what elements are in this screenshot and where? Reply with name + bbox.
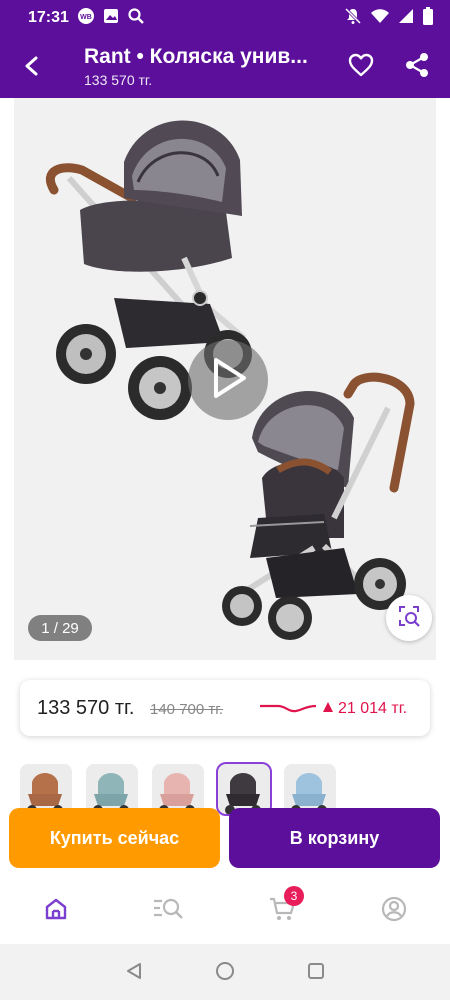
home-circle-icon xyxy=(215,961,235,986)
visual-search-button[interactable] xyxy=(386,595,432,641)
nav-home[interactable] xyxy=(36,896,76,926)
play-icon xyxy=(208,356,248,405)
home-icon xyxy=(43,896,69,927)
system-home-button[interactable] xyxy=(213,961,237,985)
variant-thumb[interactable] xyxy=(20,764,72,814)
search-icon xyxy=(127,7,145,30)
app-bar: Rant • Коляска унив... 133 570 тг. xyxy=(0,36,450,98)
price-difference-value: 21 014 тг. xyxy=(338,700,408,717)
variant-thumb[interactable] xyxy=(152,764,204,814)
back-button[interactable] xyxy=(14,50,50,86)
recents-square-icon xyxy=(306,961,326,986)
cart-count-badge: 3 xyxy=(284,886,304,906)
status-time: 17:31 xyxy=(28,9,69,26)
bottom-navigation: 3 xyxy=(0,878,450,944)
wb-icon: WB xyxy=(77,7,95,30)
back-arrow-icon xyxy=(21,55,43,82)
share-icon xyxy=(404,52,430,83)
visual-search-icon xyxy=(397,604,421,633)
buy-now-button[interactable]: Купить сейчас xyxy=(9,808,220,868)
product-gallery[interactable]: 1 / 29 xyxy=(14,98,436,660)
system-recents-button[interactable] xyxy=(304,961,328,985)
title-block: Rant • Коляска унив... 133 570 тг. xyxy=(84,45,334,88)
image-counter: 1 / 29 xyxy=(28,615,92,641)
system-back-button[interactable] xyxy=(122,961,146,985)
price-card[interactable]: 133 570 тг. 140 700 тг. 21 014 тг. xyxy=(20,680,430,736)
back-triangle-icon xyxy=(124,961,144,986)
variant-thumb-selected[interactable] xyxy=(216,762,272,816)
status-bar: 17:31 WB xyxy=(0,0,450,36)
profile-icon xyxy=(381,896,407,927)
svg-text:WB: WB xyxy=(80,14,92,21)
battery-icon xyxy=(422,6,434,30)
catalog-search-icon xyxy=(152,896,184,927)
page-subtitle: 133 570 тг. xyxy=(84,72,153,88)
page-title: Rant • Коляска унив... xyxy=(84,45,308,68)
wifi-icon xyxy=(370,8,390,29)
system-navigation xyxy=(0,944,450,1000)
favorite-button[interactable] xyxy=(344,50,378,84)
nav-catalog[interactable] xyxy=(148,896,188,926)
old-price: 140 700 тг. xyxy=(150,701,224,718)
mute-icon xyxy=(344,7,362,30)
price-history-sparkline xyxy=(260,704,316,713)
image-icon xyxy=(103,8,119,29)
share-button[interactable] xyxy=(400,50,434,84)
play-video-button[interactable] xyxy=(188,340,268,420)
signal-icon xyxy=(398,8,414,29)
heart-icon xyxy=(348,53,374,82)
price-difference: 21 014 тг. xyxy=(322,700,407,718)
color-variants xyxy=(20,762,336,816)
variant-thumb[interactable] xyxy=(86,764,138,814)
variant-thumb[interactable] xyxy=(284,764,336,814)
add-to-cart-button[interactable]: В корзину xyxy=(229,808,440,868)
triangle-up-icon xyxy=(322,700,334,718)
nav-cart[interactable]: 3 xyxy=(262,886,304,926)
nav-profile[interactable] xyxy=(374,896,414,926)
stroller-seat-image xyxy=(222,372,415,640)
current-price: 133 570 тг. xyxy=(37,697,135,719)
